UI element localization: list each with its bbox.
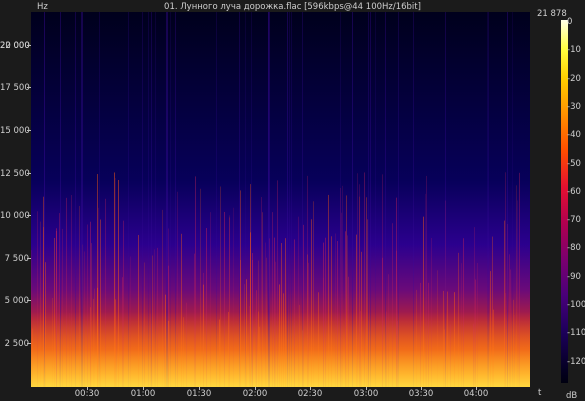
time-tick-label: 01:00 (130, 389, 156, 399)
db-tick-label: -120 (567, 356, 585, 367)
time-tick-mark (310, 387, 311, 390)
time-tick-label: 02:30 (297, 389, 323, 399)
db-tick-label: -60 (567, 186, 581, 197)
db-tick-label: -20 (567, 73, 581, 84)
db-tick-label: -110 (567, 328, 585, 339)
time-tick-label: 04:00 (463, 389, 489, 399)
db-tick-label: -100 (567, 300, 585, 310)
db-tick-label: -70 (567, 215, 581, 226)
db-tick-label: -50 (567, 158, 581, 169)
db-tick-label: -80 (567, 243, 581, 254)
time-tick-label: 02:00 (242, 389, 268, 399)
time-tick-mark (366, 387, 367, 390)
frequency-unit-label: Hz (37, 2, 48, 12)
time-tick-label: 01:30 (186, 389, 212, 399)
db-tick-label: -10 (567, 45, 581, 56)
time-tick-mark (255, 387, 256, 390)
time-tick-mark (476, 387, 477, 390)
frequency-tick-label: 7 500 (4, 254, 29, 264)
time-tick-label: 03:00 (353, 389, 379, 399)
time-tick-mark (143, 387, 144, 390)
spectrogram-image (31, 12, 530, 387)
frequency-tick-label: 20 000 (0, 41, 30, 51)
db-tick-label: -30 (567, 101, 581, 112)
frequency-tick-label: 10 000 (0, 211, 30, 221)
frequency-tick-label: 15 000 (0, 126, 30, 136)
frequency-tick-label: 5 000 (4, 296, 29, 306)
frequency-tick-label: 2 500 (4, 339, 29, 349)
max-frequency-readout: 21 878 (537, 9, 567, 19)
file-title: 01. Лунного луча дорожка.flac [596kbps@4… (164, 2, 421, 12)
time-unit-label: t (538, 388, 542, 398)
time-tick-mark (87, 387, 88, 390)
time-tick-label: 03:30 (408, 389, 434, 399)
db-tick-label: -40 (567, 130, 581, 141)
db-tick-label: 0 (567, 17, 573, 27)
db-tick-label: -90 (567, 271, 581, 282)
spectrogram-plot[interactable] (31, 12, 530, 387)
time-tick-mark (199, 387, 200, 390)
frequency-tick-label: 12 500 (0, 169, 30, 179)
time-tick-label: 00:30 (74, 389, 100, 399)
time-tick-mark (421, 387, 422, 390)
frequency-tick-label: 17 500 (0, 83, 30, 93)
